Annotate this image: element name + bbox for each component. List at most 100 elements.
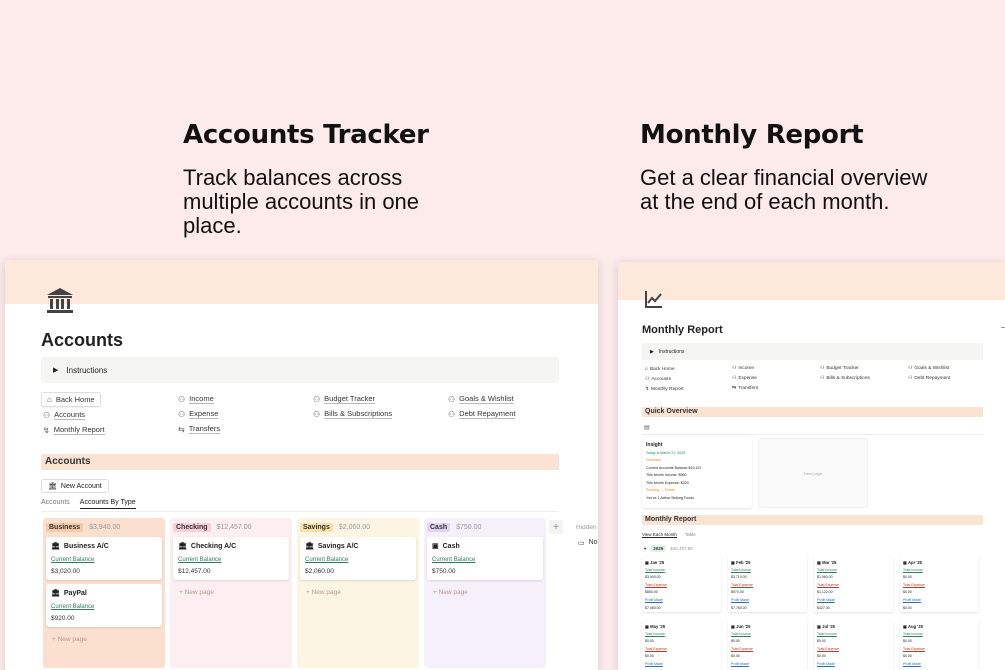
month-card[interactable]: ▦ Jul '25 Total Income $0.00 Total Expen… <box>814 620 893 670</box>
account-name: Savings A/C <box>317 542 359 550</box>
profit-value: $0.00 <box>903 605 912 610</box>
calendar-icon: ▦ <box>645 560 649 565</box>
inbox-icon: ▭ <box>578 540 585 547</box>
account-card[interactable]: ▣ Cash Current Balance $750.00 <box>427 537 543 580</box>
profit-value: $7,080.00 <box>645 605 661 610</box>
month-card[interactable]: ▦ Feb '25 Total Income $3,710.00 Total E… <box>728 556 807 612</box>
nav-monthly-report[interactable]: ↯ Monthly Report <box>43 425 105 435</box>
account-name: Cash <box>442 542 460 550</box>
nav-expense[interactable]: ⚇ Expense <box>178 409 219 419</box>
tab-accounts[interactable]: Accounts <box>41 499 70 509</box>
new-page-button[interactable]: + New page <box>300 584 416 601</box>
nav-back-home[interactable]: ⌂ Back Home <box>41 392 101 407</box>
calendar-icon: ▦ <box>645 624 649 629</box>
expense-label: Total Expense <box>731 582 753 587</box>
income-label: Total Income <box>645 567 665 572</box>
nav-income[interactable]: ⚇ Income <box>178 394 214 404</box>
page-title: Accounts <box>41 330 124 350</box>
month-card[interactable]: ▦ Mar '25 Total Income $1,960.00 Total E… <box>814 556 893 612</box>
expense-label: Total Expense <box>817 582 839 587</box>
view-tabs: Accounts Accounts By Type <box>41 499 136 509</box>
nav-goals[interactable]: ⚇ Goals & Wishlist <box>908 366 949 371</box>
hero-description: Track balances across multiple accounts … <box>183 165 420 238</box>
budget-icon: ⚇ <box>313 394 321 404</box>
expense-label: Total Expense <box>731 646 753 651</box>
income-label: Total Income <box>645 631 665 636</box>
balance-label: Current Balance <box>432 557 476 563</box>
nav-bills[interactable]: ⚇ Bills & Subscriptions <box>313 409 393 419</box>
transfer-icon: ⇆ <box>732 386 737 391</box>
goals-icon: ⚇ <box>908 366 913 371</box>
nav-budget-tracker[interactable]: ⚇ Budget Tracker <box>313 394 376 404</box>
year-group[interactable]: ▾ 2025 $46,457.85 <box>644 545 693 552</box>
month-name: Jan '25 <box>650 560 665 565</box>
nav-budget-tracker[interactable]: ⚇ Budget Tracker <box>820 366 859 371</box>
nav-label: Expense <box>189 409 219 419</box>
new-page-button[interactable]: + New page <box>46 631 162 648</box>
income-icon: ⚇ <box>178 394 186 404</box>
add-group-button[interactable]: + <box>549 520 563 534</box>
page-cover <box>5 260 598 304</box>
account-card[interactable]: 🏛 Business A/C Current Balance $3,020.00 <box>46 537 162 580</box>
profit-value: $427.00 <box>817 605 830 610</box>
nav-goals[interactable]: ⚇ Goals & Wishlist <box>448 394 514 404</box>
account-card[interactable]: 🏛 Checking A/C Current Balance $12,457.00 <box>173 537 289 580</box>
insight-card[interactable]: Insight Today is March 21, 2025 Overview… <box>642 438 752 508</box>
hidden-item[interactable]: ▭ No <box>578 539 598 547</box>
tab-table[interactable]: Table <box>685 532 696 538</box>
month-card[interactable]: ▦ Jan '25 Total Income $3,940.00 Total E… <box>642 556 721 612</box>
expense-label: Total Expense <box>645 582 667 587</box>
insight-line: This Month Expense: $320 <box>646 480 689 485</box>
income-value: $0.00 <box>903 639 912 644</box>
profit-label: Profit Made <box>817 661 835 666</box>
column-header: Business $3,940.00 <box>46 521 162 533</box>
nav-accounts[interactable]: ⚇ Accounts <box>645 377 671 382</box>
month-card[interactable]: ▦ Apr '25 Total Income $0.00 Total Expen… <box>900 556 979 612</box>
new-page-button[interactable]: + New page <box>173 584 289 601</box>
tab-accounts-by-type[interactable]: Accounts By Type <box>79 499 136 509</box>
new-account-button[interactable]: 🏛 New Account <box>41 479 109 493</box>
nav-debt[interactable]: ⚇ Debt Repayment <box>448 409 516 419</box>
income-value: $1,960.00 <box>817 575 833 580</box>
tab-view-each-month[interactable]: View Each Month <box>642 532 677 538</box>
bank-icon: 🏛 <box>51 543 60 550</box>
income-icon: ⚇ <box>732 366 737 371</box>
column-tag: Cash <box>427 522 451 532</box>
nav-income[interactable]: ⚇ Income <box>732 366 754 371</box>
nav-label: Expense <box>738 376 757 381</box>
month-card[interactable]: ▦ Jun '25 Total Income $0.00 Total Expen… <box>728 620 807 670</box>
nav-label: Debt Repayment <box>914 376 951 381</box>
nav-transfers[interactable]: ⇆ Transfers <box>732 386 758 391</box>
nav-debt[interactable]: ⚇ Debt Repayment <box>908 376 950 381</box>
nav-back-home[interactable]: ⌂ Back Home <box>645 367 675 372</box>
month-card[interactable]: ▦ May '25 Total Income $0.00 Total Expen… <box>642 620 721 670</box>
insight-line: You've 1 Active Sinking Funds <box>646 495 694 500</box>
hero-monthly: Monthly Report Get a clear financial ove… <box>640 120 940 214</box>
income-value: $0.00 <box>731 639 740 644</box>
insight-line: Pending → Funds <box>646 488 675 492</box>
section-monthly-report: Monthly Report <box>642 515 983 525</box>
new-page-button[interactable]: + New page <box>427 584 543 601</box>
balance-label: Current Balance <box>305 557 349 563</box>
accounts-icon: ⚇ <box>645 377 650 382</box>
month-card[interactable]: ▦ Aug '25 Total Income $0.00 Total Expen… <box>900 620 979 670</box>
account-card[interactable]: 🏛 PayPal Current Balance $920.00 <box>46 584 162 627</box>
nav-expense[interactable]: ⚇ Expense <box>732 376 757 381</box>
monthly-report-page: Monthly Report ▶ Instructions ⌂ Back Home… <box>618 262 1005 670</box>
calendar-icon: ▦ <box>817 560 821 565</box>
debt-icon: ⚇ <box>908 376 913 381</box>
section-accounts: Accounts <box>41 454 559 470</box>
bills-icon: ⚇ <box>313 409 321 419</box>
nav-accounts[interactable]: ⚇ Accounts <box>43 410 86 420</box>
instructions-toggle[interactable]: ▶ Instructions <box>642 343 983 360</box>
nav-monthly-report[interactable]: ↯ Monthly Report <box>645 387 684 392</box>
new-page-card[interactable]: New page <box>758 438 868 508</box>
income-label: Total Income <box>731 567 751 572</box>
instructions-toggle[interactable]: ▶ Instructions <box>41 357 559 383</box>
bank-icon: 🏛 <box>178 543 187 550</box>
nav-transfers[interactable]: ⇆ Transfers <box>178 424 221 434</box>
account-card[interactable]: 🏛 Savings A/C Current Balance $2,060.00 <box>300 537 416 580</box>
nav-bills[interactable]: ⚇ Bills & Subscriptions <box>820 376 870 381</box>
expense-label: Total Expense <box>903 582 925 587</box>
hero-title: Accounts Tracker <box>183 120 429 150</box>
